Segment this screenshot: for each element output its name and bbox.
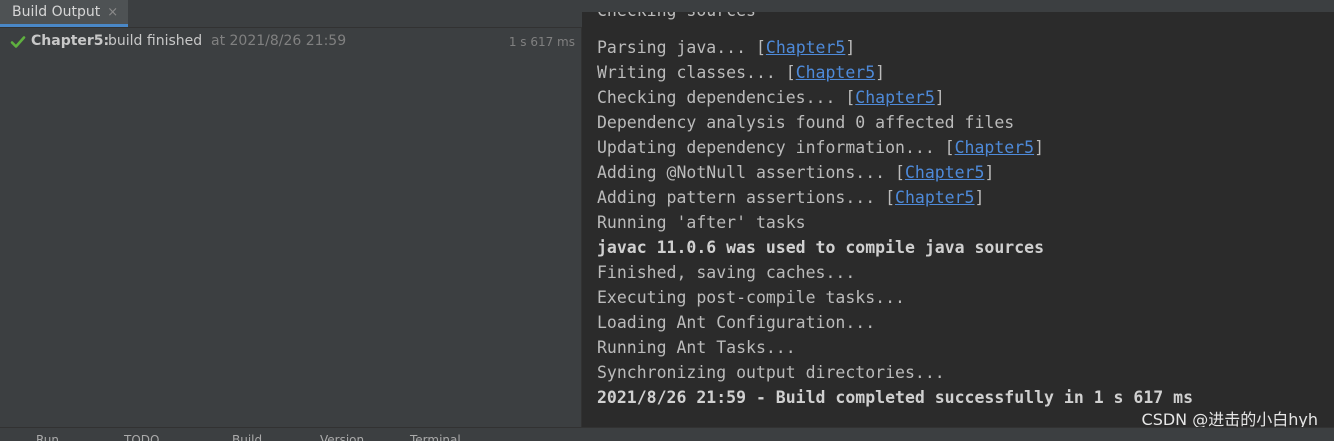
console-line-tail: ] — [845, 38, 856, 57]
console-line-tail: ] — [934, 88, 945, 107]
console-line: Dependency analysis found 0 affected fil… — [597, 110, 1014, 135]
console-line-text: Writing classes... [ — [597, 63, 796, 82]
module-link[interactable]: Chapter5 — [955, 138, 1034, 157]
console-line-text: Executing post-compile tasks... — [597, 288, 905, 307]
console-line: Finished, saving caches... — [597, 260, 855, 285]
console-line-tail: ] — [974, 188, 985, 207]
tab-label: Build Output — [12, 4, 101, 20]
console-line-text: 2021/8/26 21:59 - Build completed succes… — [597, 388, 1194, 407]
console-line: 2021/8/26 21:59 - Build completed succes… — [597, 385, 1193, 410]
console-line-partial: Checking sources — [597, 12, 756, 23]
console-line-tail: ] — [875, 63, 886, 82]
build-target-name: Chapter5: — [31, 33, 110, 49]
console-line-text: javac 11.0.6 was used to compile java so… — [597, 238, 1045, 257]
tab-build-output[interactable]: Build Output × — [0, 0, 129, 27]
build-console[interactable]: Checking sources Parsing java... [Chapte… — [582, 12, 1334, 427]
console-line: Parsing java... [Chapter5] — [597, 35, 855, 60]
console-line: Loading Ant Configuration... — [597, 310, 875, 335]
console-line-text: Adding pattern assertions... [ — [597, 188, 896, 207]
build-tree-item[interactable]: Chapter5: build finished at 2021/8/26 21… — [0, 31, 581, 53]
console-line: Executing post-compile tasks... — [597, 285, 905, 310]
console-line: Checking dependencies... [Chapter5] — [597, 85, 945, 110]
console-line: Adding pattern assertions... [Chapter5] — [597, 185, 984, 210]
close-icon[interactable]: × — [107, 5, 118, 20]
module-link[interactable]: Chapter5 — [766, 38, 845, 57]
console-line-text: Running 'after' tasks — [597, 213, 806, 232]
module-link[interactable]: Chapter5 — [895, 188, 974, 207]
console-line: Writing classes... [Chapter5] — [597, 60, 885, 85]
module-link[interactable]: Chapter5 — [905, 163, 984, 182]
console-line: javac 11.0.6 was used to compile java so… — [597, 235, 1044, 260]
console-line-text: Updating dependency information... [ — [597, 138, 955, 157]
console-line-text: Checking dependencies... [ — [597, 88, 856, 107]
build-tree-panel: Chapter5: build finished at 2021/8/26 21… — [0, 28, 582, 427]
console-line-tail: ] — [1034, 138, 1045, 157]
build-timestamp: at 2021/8/26 21:59 — [211, 33, 347, 49]
module-link[interactable]: Chapter5 — [855, 88, 934, 107]
console-line-text: Loading Ant Configuration... — [597, 313, 876, 332]
console-line-text: Adding @NotNull assertions... [ — [597, 163, 905, 182]
console-line-text: Running Ant Tasks... — [597, 338, 796, 357]
console-line: Updating dependency information... [Chap… — [597, 135, 1044, 160]
console-line: Adding @NotNull assertions... [Chapter5] — [597, 160, 994, 185]
bottom-tool-bar: Run TODO Build Version Terminal — [0, 427, 1334, 441]
console-line-tail: ] — [984, 163, 995, 182]
console-line-text: Finished, saving caches... — [597, 263, 856, 282]
console-line-text: Synchronizing output directories... — [597, 363, 945, 382]
check-icon — [10, 36, 26, 48]
console-line: Running Ant Tasks... — [597, 335, 796, 360]
console-line: Synchronizing output directories... — [597, 360, 945, 385]
console-line: Running 'after' tasks — [597, 210, 806, 235]
module-link[interactable]: Chapter5 — [796, 63, 875, 82]
build-status: build finished — [108, 33, 203, 49]
console-line-text: Dependency analysis found 0 affected fil… — [597, 113, 1015, 132]
console-line-text: Parsing java... [ — [597, 38, 766, 57]
build-duration: 1 s 617 ms — [508, 35, 575, 49]
